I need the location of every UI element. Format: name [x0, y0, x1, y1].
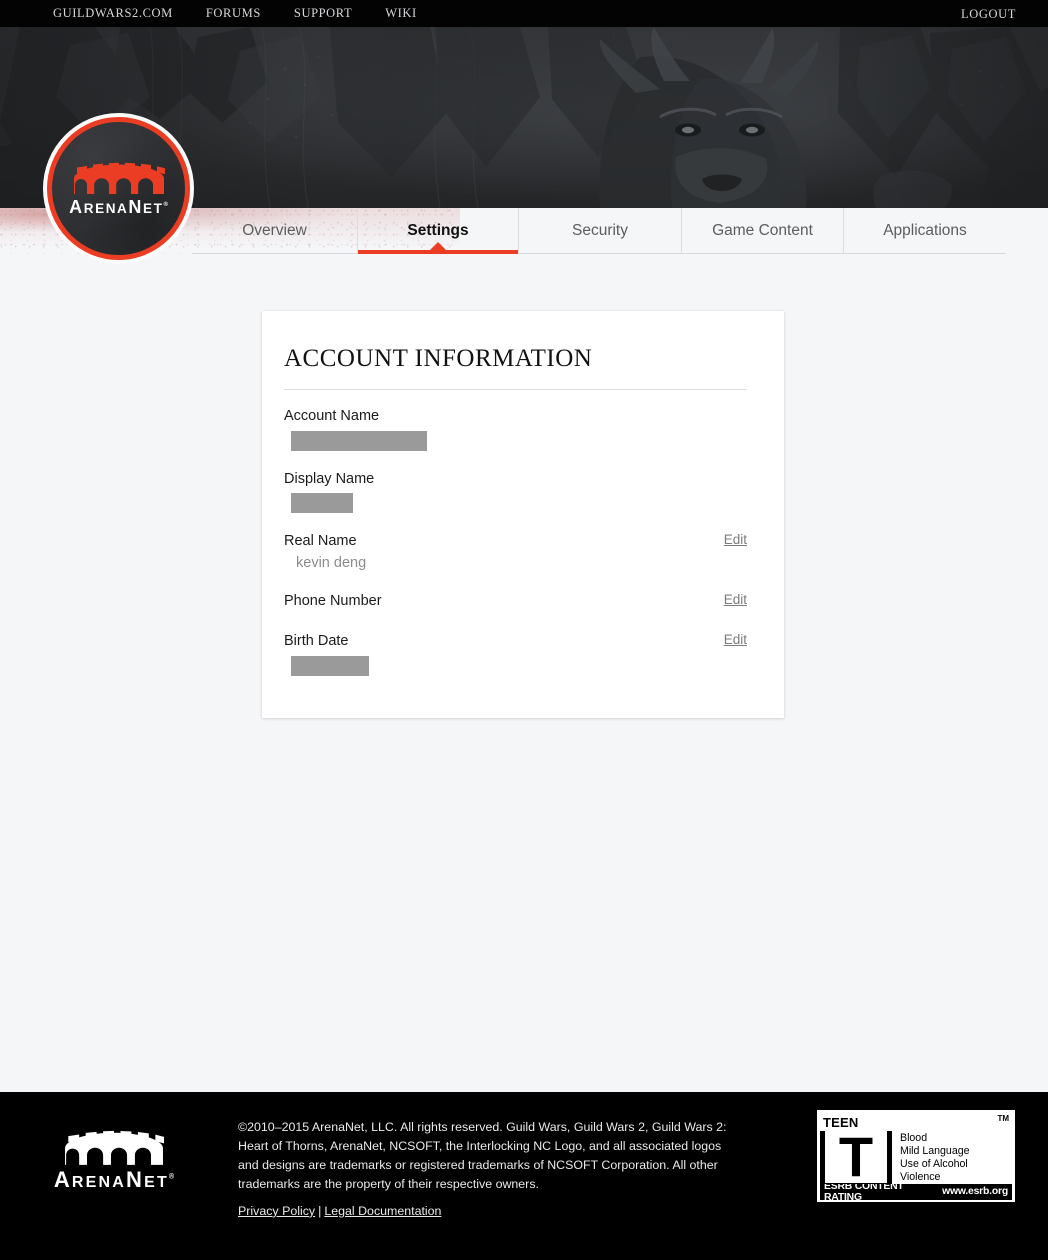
nav-link-wiki[interactable]: WIKI [385, 6, 417, 21]
privacy-policy-link[interactable]: Privacy Policy [238, 1204, 315, 1218]
aqueduct-icon [73, 162, 165, 194]
tab-active-arrow-icon [430, 242, 446, 250]
field-account-name-label: Account Name [284, 408, 380, 424]
esrb-rating-letter: T [825, 1129, 887, 1185]
field-real-name-value: kevin deng [296, 554, 367, 571]
field-account-name-redacted-value [291, 430, 427, 451]
brand-wordmark: ARENANET® [69, 197, 168, 217]
tab-security[interactable]: Security [519, 208, 681, 254]
title-divider [284, 389, 747, 390]
esrb-body: T Blood Mild Language Use of Alcohol Vio… [820, 1129, 1012, 1185]
field-real-name-label: Real Name [284, 533, 357, 550]
field-display-name-redacted-value [291, 493, 353, 514]
tab-settings[interactable]: Settings [357, 208, 519, 254]
tab-overview[interactable]: Overview [192, 208, 357, 254]
field-real-name: Real Name Edit kevin deng [284, 532, 747, 571]
top-nav-right: LOGOUT [961, 5, 1016, 23]
footer-aqueduct-icon [65, 1130, 165, 1165]
esrb-descriptor-blood: Blood [900, 1132, 928, 1144]
field-birth-date: Birth Date Edit [284, 632, 747, 676]
edit-phone-number-link[interactable]: Edit [724, 592, 747, 607]
edit-birth-date-link[interactable]: Edit [724, 632, 747, 647]
page-root: GUILDWARS2.COM FORUMS SUPPORT WIKI LOGOU… [0, 0, 1048, 1260]
footer-copyright-text: ©2010–2015 ArenaNet, LLC. All rights res… [238, 1120, 727, 1191]
top-nav-links: GUILDWARS2.COM FORUMS SUPPORT WIKI [53, 6, 450, 21]
nav-link-guildwars2[interactable]: GUILDWARS2.COM [53, 6, 173, 21]
field-birth-date-redacted-value [291, 655, 369, 676]
esrb-descriptor-list: Blood Mild Language Use of Alcohol Viole… [892, 1131, 1012, 1184]
field-display-name-label: Display Name [284, 470, 375, 487]
esrb-footer-right-label: www.esrb.org [942, 1186, 1008, 1198]
footer-arenanet-logo[interactable]: ARENANET® [44, 1129, 184, 1191]
tab-overview-label: Overview [242, 221, 307, 239]
esrb-inner: TEEN TM T Blood Mild Language Use of Alc… [820, 1113, 1012, 1203]
esrb-descriptor-use-of-alcohol: Use of Alcohol [900, 1157, 968, 1170]
tab-applications-label: Applications [883, 221, 967, 239]
esrb-trademark-label: TM [997, 1114, 1009, 1123]
footer-copyright-block: ©2010–2015 ArenaNet, LLC. All rights res… [238, 1118, 733, 1221]
account-tabs: Overview Settings Security Game Content … [192, 208, 1006, 254]
page-footer: ARENANET® ©2010–2015 ArenaNet, LLC. All … [0, 1092, 1048, 1260]
logout-link[interactable]: LOGOUT [961, 7, 1016, 21]
field-account-name: Account Name [284, 407, 747, 451]
tab-game-content[interactable]: Game Content [681, 208, 843, 254]
esrb-rating-badge[interactable]: TEEN TM T Blood Mild Language Use of Alc… [817, 1110, 1015, 1203]
footer-link-separator: | [318, 1203, 322, 1218]
tab-active-underline [358, 250, 518, 254]
top-navigation-bar: GUILDWARS2.COM FORUMS SUPPORT WIKI LOGOU… [0, 0, 1048, 27]
tab-applications[interactable]: Applications [843, 208, 1006, 254]
esrb-descriptor-mild-language: Mild Language [900, 1144, 970, 1157]
arenanet-logo-badge[interactable]: ARENANET® [47, 117, 190, 260]
nav-link-support[interactable]: SUPPORT [294, 6, 352, 21]
esrb-letter-box: T [820, 1129, 892, 1185]
field-phone-number-label: Phone Number [284, 592, 382, 609]
footer-brand-wordmark: ARENANET® [53, 1167, 175, 1192]
field-phone-number: Phone Number Edit [284, 592, 747, 612]
nav-link-forums[interactable]: FORUMS [206, 6, 261, 21]
tab-security-label: Security [572, 221, 628, 239]
tab-game-content-label: Game Content [712, 221, 813, 239]
page-title: ACCOUNT INFORMATION [284, 345, 593, 372]
tab-settings-label: Settings [407, 222, 469, 239]
legal-documentation-link[interactable]: Legal Documentation [324, 1204, 441, 1218]
account-information-card: ACCOUNT INFORMATION Account Name Display… [262, 311, 784, 718]
field-birth-date-label: Birth Date [284, 633, 349, 650]
footer-links: Privacy Policy | Legal Documentation [238, 1202, 733, 1221]
field-display-name: Display Name [284, 470, 747, 514]
edit-real-name-link[interactable]: Edit [724, 532, 747, 547]
